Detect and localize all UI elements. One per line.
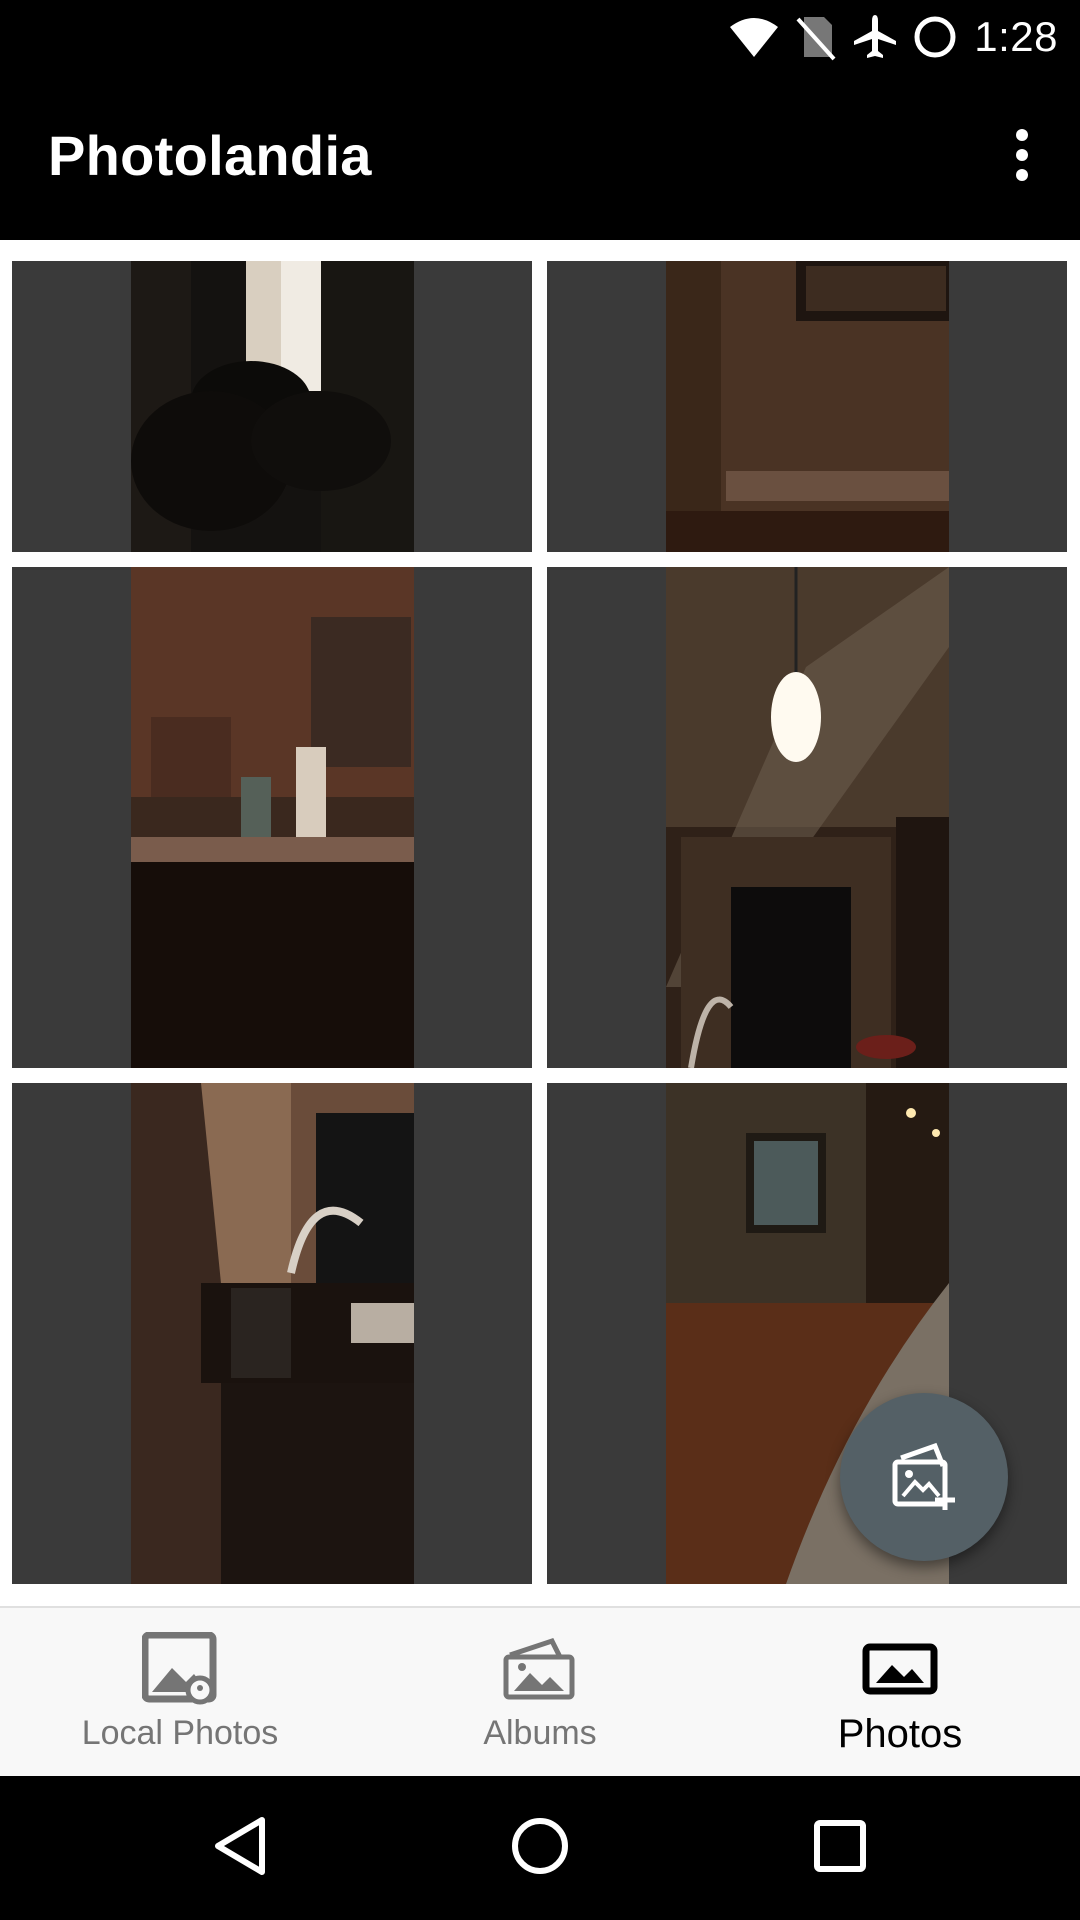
add-photo-fab[interactable] [840,1393,1008,1561]
nav-item-local-photos[interactable]: Local Photos [0,1608,360,1776]
home-icon [510,1816,570,1881]
photo-wall-corner [666,261,949,552]
more-vert-icon [1012,128,1032,186]
status-bar: 1:28 [0,0,1080,73]
photo-sink-faucet [131,1083,414,1584]
photo-kitchen-counter [131,567,414,1068]
recents-button[interactable] [760,1776,920,1920]
photo-tile[interactable] [12,567,532,1068]
add-photo-icon [887,1438,961,1517]
nav-label-photos: Photos [837,1712,963,1756]
photo-tile[interactable] [547,567,1067,1068]
nav-label-albums: Albums [483,1714,597,1752]
wifi-icon [728,15,780,59]
status-icons: 1:28 [728,0,1058,73]
photo-plant-lamp [131,261,414,552]
photo-tile[interactable] [12,1083,532,1584]
albums-icon [502,1632,578,1706]
overflow-menu-button[interactable] [986,121,1058,193]
home-button[interactable] [460,1776,620,1920]
back-button[interactable] [160,1776,320,1920]
system-navigation-bar [0,1776,1080,1920]
local-photos-icon [142,1632,218,1706]
back-icon [212,1816,268,1881]
photo-tile[interactable] [12,261,532,552]
airplane-mode-icon [852,13,898,61]
nav-item-photos[interactable]: Photos [720,1608,1080,1776]
nav-item-albums[interactable]: Albums [360,1608,720,1776]
no-sim-icon [794,13,838,61]
bottom-navigation: Local Photos Albums Photos [0,1606,1080,1776]
app-title: Photolandia [48,124,372,187]
status-clock: 1:28 [974,12,1058,60]
app-bar: Photolandia [0,73,1080,240]
nav-label-local-photos: Local Photos [81,1714,279,1752]
recents-icon [813,1819,867,1878]
photos-icon [862,1632,938,1706]
photo-pendant-light [666,567,949,1068]
photo-tile[interactable] [547,261,1067,552]
battery-icon [912,14,958,60]
